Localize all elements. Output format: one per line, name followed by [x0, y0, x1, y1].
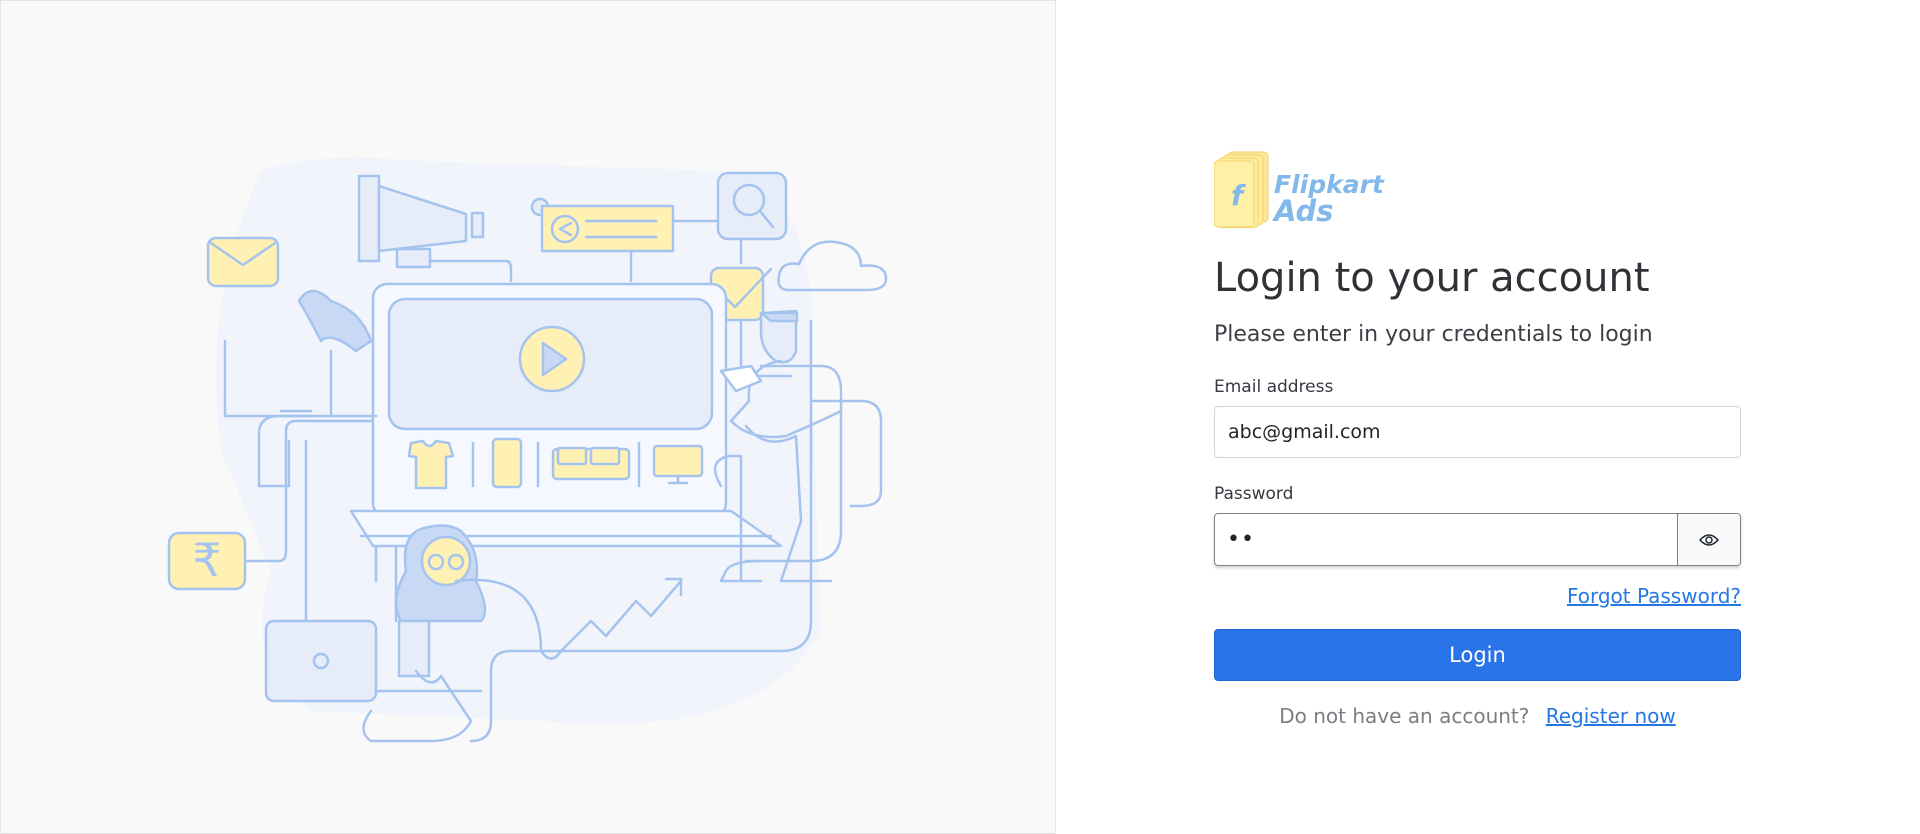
email-field[interactable]: abc@gmail.com: [1214, 406, 1741, 458]
password-field[interactable]: ••: [1215, 514, 1677, 565]
page-subtitle: Please enter in your credentials to logi…: [1214, 322, 1653, 347]
forgot-password-row: Forgot Password?: [1214, 584, 1741, 608]
show-password-button[interactable]: [1677, 514, 1740, 565]
flipkart-ads-logo: f Flipkart Ads: [1214, 150, 1741, 228]
register-link[interactable]: Register now: [1546, 704, 1676, 728]
login-panel: f Flipkart Ads Login to your account Ple…: [1056, 0, 1920, 834]
login-page: ₹ f Flipkart Ads Login to your account P…: [0, 0, 1920, 834]
envelope-icon: [206, 236, 280, 288]
password-group: ••: [1214, 513, 1741, 566]
forgot-password-link[interactable]: Forgot Password?: [1567, 584, 1741, 608]
eye-icon: [1699, 533, 1719, 546]
logo-wordmark: Flipkart Ads: [1274, 172, 1384, 228]
screen-illustration: [371, 282, 728, 519]
svg-text:₹: ₹: [192, 533, 221, 587]
login-button[interactable]: Login: [1214, 629, 1741, 681]
marketing-illustration: ₹: [167, 157, 888, 743]
login-form: f Flipkart Ads Login to your account Ple…: [1214, 150, 1741, 728]
email-value: abc@gmail.com: [1228, 421, 1381, 443]
email-label: Email address: [1214, 377, 1334, 397]
register-row: Do not have an account? Register now: [1214, 704, 1741, 728]
password-value: ••: [1227, 527, 1255, 552]
page-title: Login to your account: [1214, 255, 1650, 301]
register-prompt: Do not have an account?: [1279, 704, 1530, 728]
logo-line-2: Ads: [1274, 194, 1334, 228]
flipkart-logo-icon: f: [1214, 151, 1269, 228]
illustration-panel: ₹: [0, 0, 1056, 834]
password-label: Password: [1214, 484, 1294, 504]
